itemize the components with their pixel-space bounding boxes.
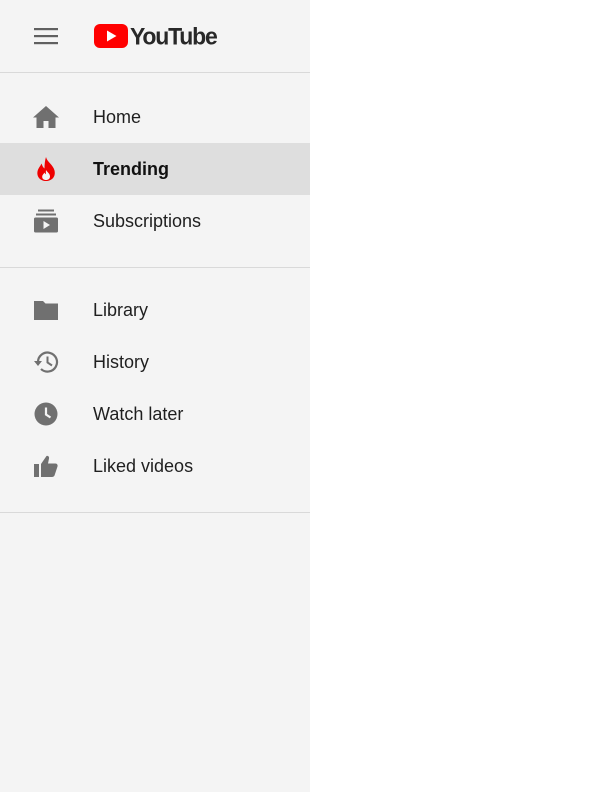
main-content-area <box>310 0 612 792</box>
nav-label-watch-later: Watch later <box>93 403 184 424</box>
nav-label-trending: Trending <box>93 158 169 179</box>
logo-wordmark: YouTube <box>130 21 218 50</box>
clock-icon <box>32 400 60 428</box>
side-drawer: YouTube Home Trending Subscriptions Libr… <box>0 0 310 792</box>
nav-item-trending[interactable]: Trending <box>0 143 310 195</box>
library-nav-section: Library History Watch later Liked videos <box>0 268 310 512</box>
subscriptions-icon <box>32 207 60 235</box>
nav-item-liked-videos[interactable]: Liked videos <box>0 440 310 492</box>
nav-item-watch-later[interactable]: Watch later <box>0 388 310 440</box>
nav-label-history: History <box>93 351 150 372</box>
divider <box>0 512 310 513</box>
nav-item-history[interactable]: History <box>0 336 310 388</box>
nav-item-subscriptions[interactable]: Subscriptions <box>0 195 310 247</box>
hamburger-menu-icon[interactable] <box>32 22 60 50</box>
thumbs-up-icon <box>32 452 60 480</box>
home-icon <box>32 103 60 131</box>
nav-label-library: Library <box>93 299 149 320</box>
fire-icon <box>32 155 60 183</box>
nav-label-home: Home <box>93 106 142 127</box>
nav-label-subscriptions: Subscriptions <box>93 210 202 231</box>
youtube-play-icon <box>94 24 128 48</box>
drawer-header: YouTube <box>0 0 310 72</box>
primary-nav-section: Home Trending Subscriptions <box>0 73 310 267</box>
folder-icon <box>32 296 60 324</box>
nav-label-liked-videos: Liked videos <box>93 455 194 476</box>
nav-item-home[interactable]: Home <box>0 91 310 143</box>
history-icon <box>32 348 60 376</box>
youtube-logo[interactable]: YouTube <box>94 21 218 50</box>
nav-item-library[interactable]: Library <box>0 284 310 336</box>
